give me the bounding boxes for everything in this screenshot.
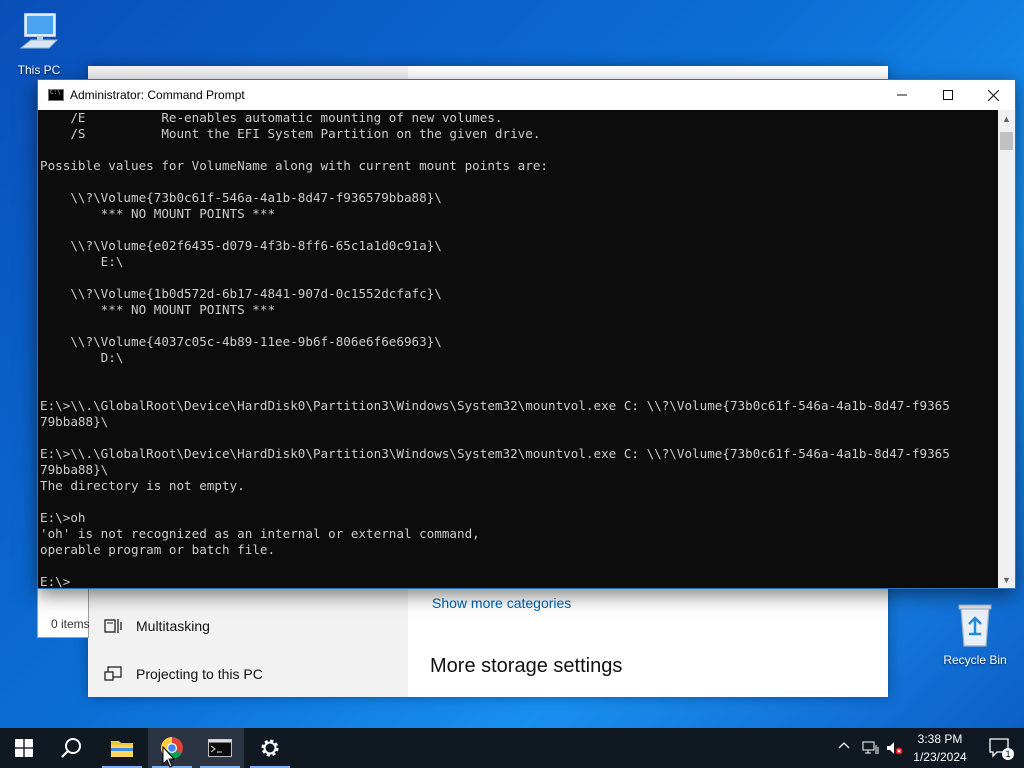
desktop-icon-label: This PC: [17, 63, 61, 77]
vertical-scrollbar[interactable]: ▲ ▼: [998, 110, 1015, 588]
console-line: D:\: [40, 350, 124, 365]
clock[interactable]: 3:38 PM 1/23/2024: [908, 730, 972, 766]
console-line: 79bba88}\: [40, 414, 109, 429]
close-icon: [987, 89, 999, 101]
show-more-categories-link[interactable]: Show more categories: [432, 595, 571, 611]
clock-time: 3:38 PM: [917, 732, 963, 746]
show-hidden-icons-icon[interactable]: [838, 740, 850, 755]
desktop-icon-recycle-bin[interactable]: Recycle Bin: [937, 602, 1013, 667]
console-line: \\?\Volume{e02f6435-d079-4f3b-8ff6-65c1a…: [40, 238, 442, 253]
clock-date: 1/23/2024: [913, 750, 967, 764]
file-explorer-button[interactable]: [98, 728, 146, 768]
terminal-icon: [208, 739, 232, 757]
console-line: 'oh' is not recognized as an internal or…: [40, 526, 480, 541]
minimize-button[interactable]: [879, 80, 925, 110]
maximize-button[interactable]: [925, 80, 971, 110]
gear-icon: [261, 739, 279, 757]
status-text: 0 items: [51, 617, 90, 631]
volume-muted-icon[interactable]: [886, 740, 904, 759]
console-line: \\?\Volume{4037c05c-4b89-11ee-9b6f-806e6…: [40, 334, 442, 349]
section-heading: More storage settings: [430, 655, 623, 677]
multitasking-icon: [104, 617, 122, 635]
search-button[interactable]: [48, 728, 96, 768]
recycle-bin-icon: [937, 602, 1013, 651]
sidebar-item-label: Projecting to this PC: [136, 666, 263, 682]
console-line: Possible values for VolumeName along wit…: [40, 158, 548, 173]
command-prompt-window[interactable]: Administrator: Command Prompt /E Re-enab…: [37, 79, 1016, 589]
sidebar-item-projecting[interactable]: Projecting to this PC: [88, 652, 408, 696]
console-line: E:\>: [40, 574, 71, 588]
title-bar[interactable]: Administrator: Command Prompt: [38, 80, 1015, 110]
computer-icon: [1, 10, 77, 61]
notifications-button[interactable]: 1: [976, 728, 1024, 768]
folder-icon: [111, 741, 133, 757]
cmd-app-icon: [48, 89, 64, 101]
console-output[interactable]: /E Re-enables automatic mounting of new …: [40, 110, 1000, 588]
console-line: *** NO MOUNT POINTS ***: [40, 302, 276, 317]
close-button[interactable]: [970, 80, 1016, 110]
console-line: /E Re-enables automatic mounting of new …: [40, 110, 503, 125]
taskbar: 3:38 PM 1/23/2024 1: [0, 728, 1024, 768]
network-icon[interactable]: [862, 740, 880, 759]
sidebar-item-multitasking[interactable]: Multitasking: [88, 604, 408, 648]
console-line: 79bba88}\: [40, 462, 109, 477]
console-line: \\?\Volume{1b0d572d-6b17-4841-907d-0c155…: [40, 286, 442, 301]
console-line: E:\: [40, 254, 124, 269]
notification-badge: 1: [1002, 748, 1014, 760]
window-title: Administrator: Command Prompt: [70, 88, 245, 102]
console-line: *** NO MOUNT POINTS ***: [40, 206, 276, 221]
console-line: E:\>oh: [40, 510, 86, 525]
desktop-icon-label: Recycle Bin: [943, 653, 1007, 667]
console-line: The directory is not empty.: [40, 478, 245, 493]
start-button[interactable]: [0, 728, 48, 768]
scroll-thumb[interactable]: [1000, 132, 1013, 150]
scroll-up-icon[interactable]: ▲: [998, 110, 1015, 127]
cmd-button[interactable]: [196, 728, 244, 768]
projecting-icon: [104, 665, 122, 683]
console-line: E:\>\\.\GlobalRoot\Device\HardDisk0\Part…: [40, 398, 950, 413]
windows-logo-icon: [15, 739, 33, 757]
minimize-icon: [897, 94, 907, 96]
console-line: operable program or batch file.: [40, 542, 276, 557]
scroll-down-icon[interactable]: ▼: [998, 571, 1015, 588]
sidebar-item-label: Multitasking: [136, 618, 210, 634]
console-line: /S Mount the EFI System Partition on the…: [40, 126, 541, 141]
console-line: E:\>\\.\GlobalRoot\Device\HardDisk0\Part…: [40, 446, 950, 461]
desktop-icon-this-pc[interactable]: This PC: [1, 10, 77, 77]
search-icon: [61, 738, 81, 758]
console-line: \\?\Volume{73b0c61f-546a-4a1b-8d47-f9365…: [40, 190, 442, 205]
maximize-icon: [943, 90, 953, 100]
mouse-cursor-icon: [162, 746, 176, 768]
settings-button[interactable]: [246, 728, 294, 768]
